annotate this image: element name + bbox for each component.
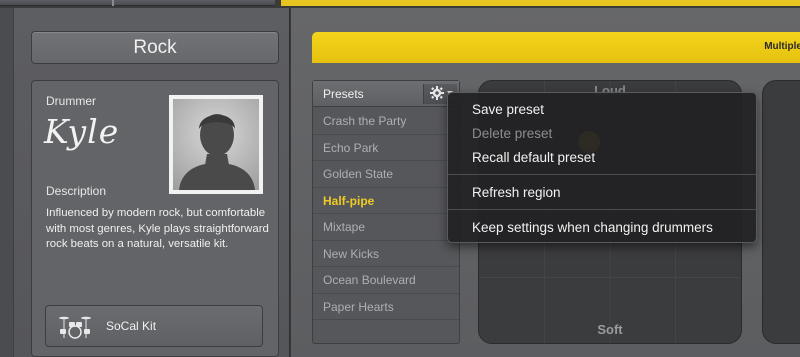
description-label: Description <box>46 184 107 198</box>
menu-item-delete-preset[interactable]: Delete preset <box>472 126 552 141</box>
presets-panel: Presets Crash the Party Echo Park Golden… <box>312 80 460 344</box>
preset-item[interactable]: Mixtape <box>313 214 459 241</box>
region-header-text: Multiple <box>764 41 800 52</box>
menu-separator <box>448 209 756 210</box>
avatar <box>169 95 263 194</box>
drummer-label: Drummer <box>46 94 96 108</box>
top-bar <box>0 0 275 6</box>
menu-item-recall-default[interactable]: Recall default preset <box>472 150 595 165</box>
preset-item[interactable]: Paper Hearts <box>313 294 459 320</box>
preset-item[interactable]: Ocean Boulevard <box>313 267 459 294</box>
bar-marker <box>112 0 114 6</box>
panel-edge <box>0 8 14 357</box>
drummer-editor: Rock Drummer Kyle Description Influenced… <box>0 0 800 357</box>
genre-title[interactable]: Rock <box>31 31 279 64</box>
menu-separator <box>448 174 756 175</box>
kit-piece-pad[interactable] <box>762 80 800 344</box>
drummer-name-signature: Kyle <box>44 112 120 151</box>
preset-item[interactable]: New Kicks <box>313 241 459 267</box>
gear-icon <box>430 86 444 100</box>
presets-title: Presets <box>323 87 364 101</box>
preset-item[interactable]: Crash the Party <box>313 108 459 135</box>
preset-item[interactable]: Golden State <box>313 161 459 188</box>
region-strip[interactable] <box>281 0 800 6</box>
kit-label: SoCal Kit <box>106 319 157 333</box>
description-text: Influenced by modern rock, but comfortab… <box>46 207 269 250</box>
presets-action-menu: Save preset Delete preset Recall default… <box>447 92 757 243</box>
person-icon <box>179 114 255 190</box>
preset-list: Crash the Party Echo Park Golden State H… <box>313 108 459 320</box>
drum-kit-icon <box>59 316 91 339</box>
xy-pad-bottom-label: Soft <box>597 322 623 337</box>
preset-item[interactable]: Echo Park <box>313 135 459 161</box>
menu-item-keep-settings[interactable]: Keep settings when changing drummers <box>472 220 713 235</box>
kit-button[interactable]: SoCal Kit <box>45 305 263 347</box>
presets-header: Presets <box>313 81 459 107</box>
avatar-silhouette <box>173 99 259 190</box>
menu-item-save-preset[interactable]: Save preset <box>472 102 544 117</box>
preset-item-selected[interactable]: Half-pipe <box>313 188 459 214</box>
menu-item-refresh-region[interactable]: Refresh region <box>472 185 561 200</box>
region-header: Multiple <box>312 32 800 63</box>
